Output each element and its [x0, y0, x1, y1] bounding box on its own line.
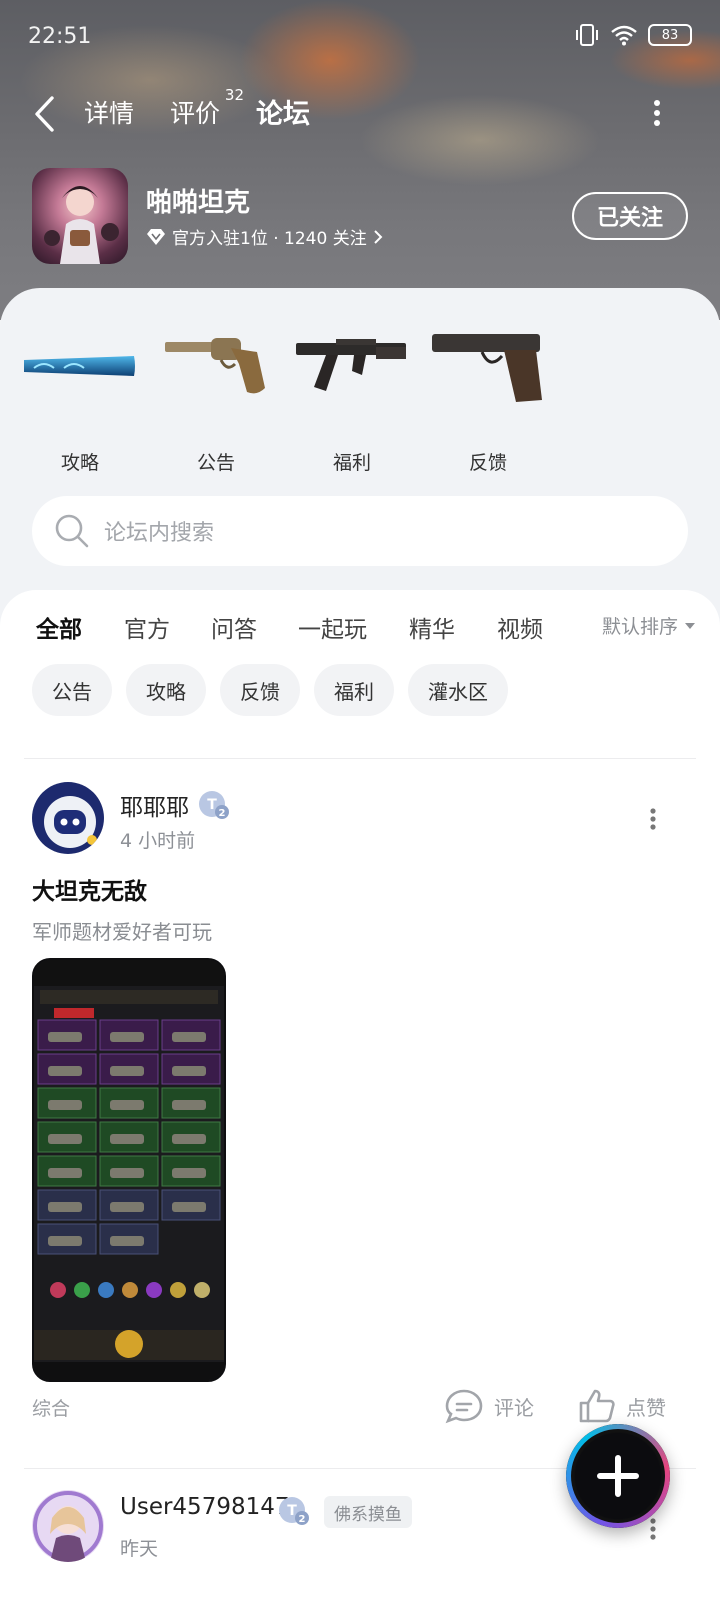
comment-label: 评论: [494, 1395, 534, 1420]
category-announcement-label: 公告: [196, 452, 235, 474]
wifi-icon: [611, 25, 637, 46]
category-welfare-label: 福利: [332, 452, 371, 474]
status-bar: 22:51 83: [28, 22, 692, 52]
tab-details-label: 详情: [84, 99, 135, 128]
avatar[interactable]: [32, 782, 104, 854]
section-divider: [24, 758, 696, 759]
pistol-icon: [432, 334, 542, 402]
robot-avatar-art: [32, 782, 104, 854]
tab-forum-label: 论坛: [256, 99, 310, 130]
chip-feedback[interactable]: 反馈: [220, 664, 300, 716]
game-header-banner: 22:51 83 详情 评价 32 论坛 啪啪坦克 官方入驻1位 · 1240 …: [0, 0, 720, 320]
svg-text:2: 2: [219, 808, 226, 819]
feed-tab-play-together[interactable]: 一起玩: [298, 610, 367, 644]
feed-filter-tabs: 全部 官方 问答 一起玩 精华 视频 默认排序: [36, 610, 696, 650]
rifle-icon: [296, 339, 406, 391]
category-guide-label: 攻略: [60, 452, 99, 474]
battery-indicator: 83: [648, 24, 692, 46]
post-title[interactable]: 大坦克无敌: [32, 872, 147, 906]
post-category-tag[interactable]: 综合: [32, 1394, 70, 1421]
comment-button[interactable]: 评论: [444, 1388, 534, 1424]
post-username[interactable]: User45798147: [120, 1494, 290, 1520]
tab-reviews[interactable]: 评价 32: [170, 86, 244, 130]
top-navigation: 详情 评价 32 论坛: [0, 86, 720, 138]
category-feedback-label: 反馈: [468, 452, 507, 474]
more-vertical-icon[interactable]: [654, 100, 660, 126]
caret-down-icon: [685, 622, 695, 629]
status-icons: 83: [574, 22, 692, 48]
sort-label: 默认排序: [601, 616, 678, 638]
post-excerpt[interactable]: 军师题材爱好者可玩: [32, 916, 212, 945]
revolver-icon: [165, 338, 265, 394]
like-label: 点赞: [626, 1395, 666, 1420]
vibrate-icon: [576, 24, 598, 46]
forum-content: 攻略 公告 福利 反馈 论坛内搜索 全部 官方 问答 一起玩 精华 视频 默认排…: [0, 288, 720, 1612]
game-app-icon[interactable]: [32, 168, 128, 264]
category-shortcuts: 攻略 公告 福利 反馈: [24, 318, 704, 474]
back-button[interactable]: [32, 94, 66, 134]
fab-ring: [566, 1424, 670, 1528]
feed-tab-all-label: 全部: [36, 617, 82, 643]
post-time: 4 小时前: [120, 830, 196, 852]
category-announcement[interactable]: 公告: [160, 318, 272, 474]
tab-details[interactable]: 详情: [84, 94, 134, 130]
more-vertical-icon[interactable]: [650, 1518, 656, 1540]
comment-icon: [445, 1389, 483, 1424]
thumbs-up-icon: [579, 1389, 615, 1423]
category-guide[interactable]: 攻略: [24, 318, 136, 474]
tab-reviews-label: 评价: [170, 99, 221, 128]
tab-forum[interactable]: 论坛: [252, 92, 316, 135]
post-time: 昨天: [120, 1538, 159, 1560]
chip-guide[interactable]: 攻略: [126, 664, 206, 716]
game-character-art: [44, 186, 119, 264]
level-badge-icon: T 2: [199, 791, 229, 819]
review-count-badge: 32: [224, 86, 245, 104]
chip-welfare[interactable]: 福利: [314, 664, 394, 716]
chevron-right-icon: [373, 229, 383, 244]
diamond-icon: [147, 228, 165, 245]
feed-tab-featured[interactable]: 精华: [409, 610, 455, 644]
game-meta-text: 官方入驻1位 · 1240 关注: [172, 229, 367, 249]
sort-dropdown[interactable]: 默认排序: [602, 612, 696, 639]
post-card[interactable]: 耶耶耶 T 2 4 小时前 大坦克无敌 军师题材爱好者可玩 综合 评论 点赞: [0, 782, 720, 1424]
topic-chips: 公告 攻略 反馈 福利 灌水区: [32, 664, 508, 716]
post-username[interactable]: 耶耶耶: [120, 788, 189, 822]
like-button[interactable]: 点赞: [578, 1388, 666, 1424]
search-icon: [55, 514, 89, 548]
category-feedback[interactable]: 反馈: [432, 318, 544, 474]
chip-announcement[interactable]: 公告: [32, 664, 112, 716]
feed-tab-qa[interactable]: 问答: [211, 610, 257, 644]
game-info: 啪啪坦克 官方入驻1位 · 1240 关注 已关注: [32, 168, 688, 264]
category-welfare[interactable]: 福利: [296, 318, 408, 474]
follow-button[interactable]: 已关注: [572, 192, 688, 240]
status-time: 22:51: [28, 24, 92, 49]
feed-tab-video[interactable]: 视频: [497, 610, 543, 644]
game-meta[interactable]: 官方入驻1位 · 1240 关注: [146, 224, 383, 249]
chip-chat-area[interactable]: 灌水区: [408, 664, 508, 716]
chevron-left-icon: [35, 96, 54, 132]
game-screenshot-thumbnail: [34, 960, 224, 1380]
anime-avatar-art: [32, 1490, 104, 1562]
search-placeholder: 论坛内搜索: [104, 521, 215, 546]
svg-text:2: 2: [299, 1514, 306, 1525]
user-title-tag: 佛系摸鱼: [324, 1496, 412, 1528]
more-vertical-icon[interactable]: [650, 808, 656, 830]
post-image[interactable]: [32, 958, 226, 1382]
game-title: 啪啪坦克: [146, 188, 251, 218]
feed-tab-all[interactable]: 全部: [36, 610, 82, 648]
feed-tab-official[interactable]: 官方: [124, 610, 170, 644]
battery-level: 83: [661, 27, 679, 43]
avatar[interactable]: [32, 1490, 104, 1562]
level-badge-icon: T 2: [279, 1497, 309, 1525]
forum-search-bar[interactable]: 论坛内搜索: [32, 496, 688, 566]
bat-icon: [24, 356, 135, 376]
create-post-button[interactable]: [566, 1424, 670, 1528]
